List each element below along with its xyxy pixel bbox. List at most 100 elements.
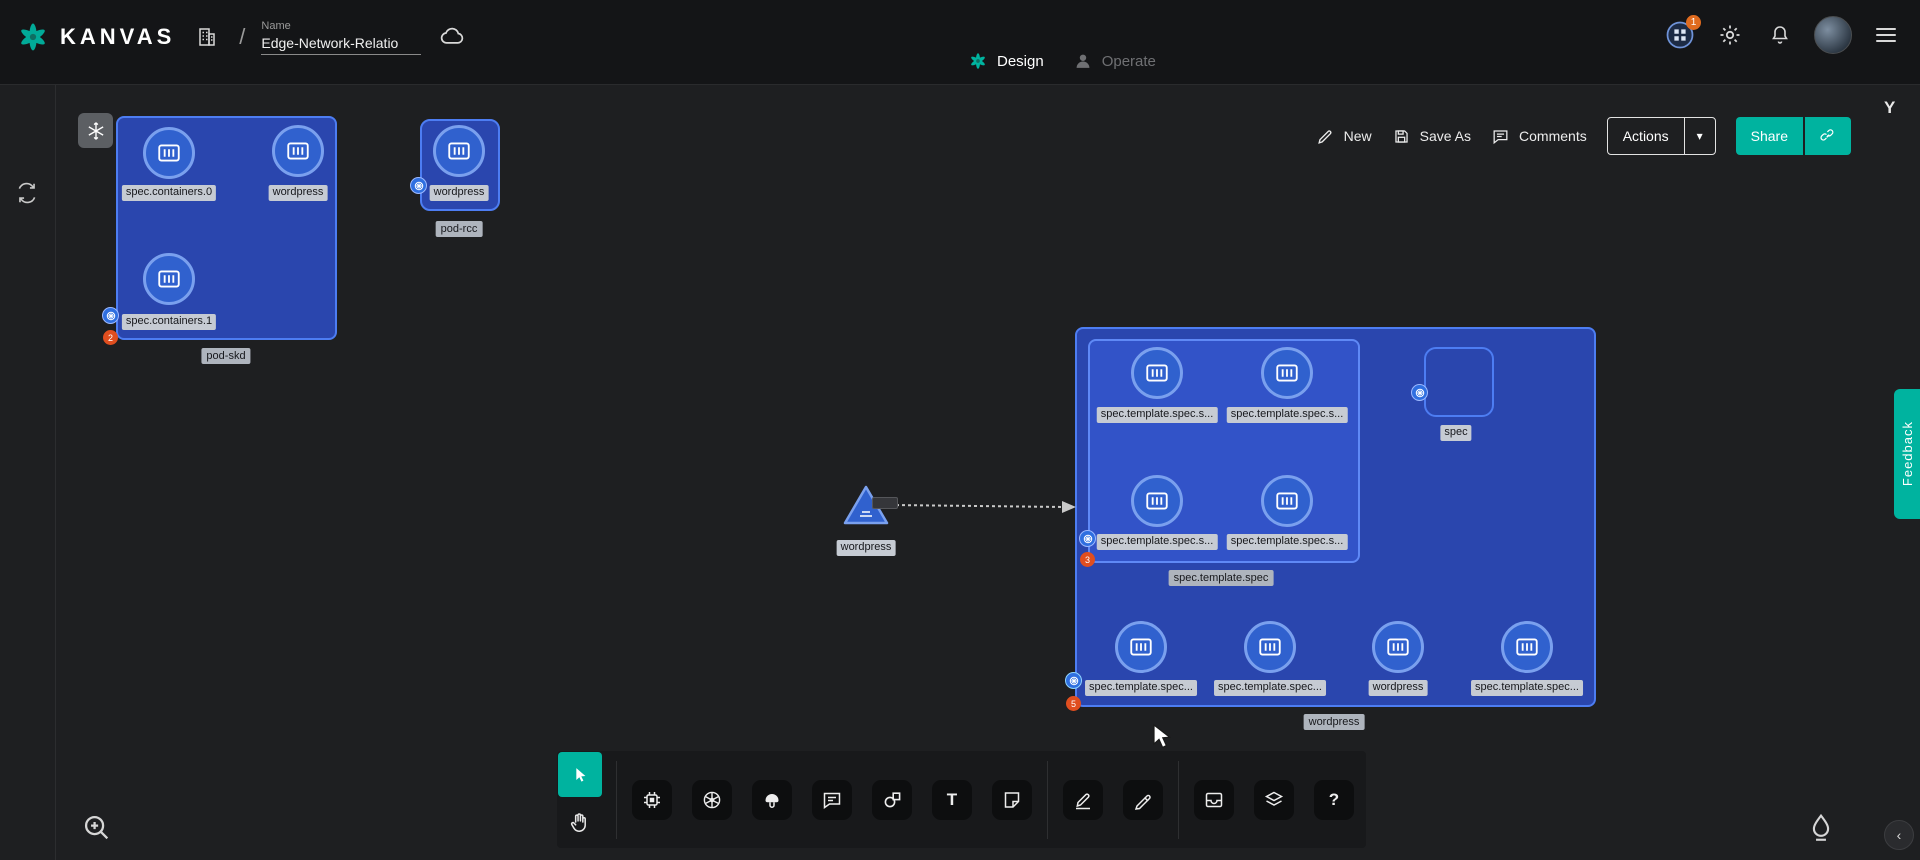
menu-hamburger-icon[interactable] <box>1870 19 1902 51</box>
user-avatar[interactable] <box>1814 16 1852 54</box>
k8s-badge-icon[interactable] <box>1411 384 1428 401</box>
tab-operate[interactable]: Operate <box>1072 50 1156 72</box>
collapse-panel-button[interactable]: ‹ <box>1884 820 1914 850</box>
help-tool[interactable]: ? <box>1314 780 1354 820</box>
cluster-flake-button[interactable] <box>78 113 113 148</box>
comment-tool[interactable] <box>812 780 852 820</box>
pen-icon <box>1131 788 1155 812</box>
cursor-icon <box>569 764 591 786</box>
spec-node[interactable] <box>1424 347 1494 417</box>
group-label: spec.template.spec <box>1169 570 1274 586</box>
container-node[interactable] <box>1501 621 1553 673</box>
save-as-label: Save As <box>1420 128 1471 144</box>
kanvas-logo[interactable]: KANVAS <box>16 20 175 54</box>
freehand-draw-tool[interactable] <box>1123 780 1163 820</box>
feedback-label: Feedback <box>1900 421 1915 486</box>
container-icon <box>156 266 182 292</box>
notifications-bell-icon[interactable] <box>1764 19 1796 51</box>
issue-count-badge[interactable]: 2 <box>103 330 118 345</box>
container-icon <box>1257 634 1283 660</box>
toolbar-divider <box>616 761 617 839</box>
canvas-toolbar: New Save As Comments Actions ▾ Share <box>1316 116 1851 156</box>
save-icon <box>1392 127 1411 146</box>
validate-drop-icon[interactable] <box>1804 810 1838 844</box>
k8s-badge-icon[interactable] <box>410 177 427 194</box>
actions-dropdown-button[interactable]: Actions ▾ <box>1607 117 1716 155</box>
container-icon <box>446 138 472 164</box>
container-node[interactable] <box>1244 621 1296 673</box>
shapes-blob-tool[interactable] <box>752 780 792 820</box>
note-tool[interactable] <box>992 780 1032 820</box>
copy-link-button[interactable] <box>1805 117 1851 155</box>
container-node[interactable] <box>1131 347 1183 399</box>
node-label: spec <box>1440 425 1471 441</box>
comments-label: Comments <box>1519 128 1587 144</box>
help-icon: ? <box>1329 790 1339 810</box>
history-sync-icon[interactable] <box>14 180 40 206</box>
issue-count-badge[interactable]: 3 <box>1080 552 1095 567</box>
design-name-block: Name Edge-Network-Relatio <box>261 20 421 55</box>
caret-down-icon[interactable]: ▾ <box>1684 118 1715 154</box>
toolbar-divider <box>1178 761 1179 839</box>
container-icon <box>285 138 311 164</box>
design-name-input[interactable]: Edge-Network-Relatio <box>261 34 421 55</box>
node-label: wordpress <box>837 540 896 556</box>
container-node[interactable] <box>433 125 485 177</box>
cloud-sync-icon[interactable] <box>437 21 469 53</box>
edge-label-chip <box>872 497 898 509</box>
container-node[interactable] <box>1372 621 1424 673</box>
design-tab-label: Design <box>997 53 1044 70</box>
new-button[interactable]: New <box>1316 127 1372 146</box>
save-as-button[interactable]: Save As <box>1392 127 1471 146</box>
container-icon <box>1274 488 1300 514</box>
link-icon <box>1818 126 1838 146</box>
container-icon <box>1274 360 1300 386</box>
container-node[interactable] <box>272 125 324 177</box>
node-label: spec.template.spec... <box>1085 680 1197 696</box>
container-node[interactable] <box>1261 347 1313 399</box>
operate-tab-label: Operate <box>1102 53 1156 70</box>
node-label: spec.template.spec... <box>1471 680 1583 696</box>
container-icon <box>156 140 182 166</box>
container-icon <box>1144 488 1170 514</box>
mode-tabs: Design Operate <box>967 50 1156 72</box>
node-label: wordpress <box>430 185 489 201</box>
settings-gear-icon[interactable] <box>1714 19 1746 51</box>
container-node[interactable] <box>1131 475 1183 527</box>
k8s-badge-icon[interactable] <box>102 307 119 324</box>
tab-design[interactable]: Design <box>967 50 1044 72</box>
text-tool[interactable]: T <box>932 780 972 820</box>
actions-label: Actions <box>1608 118 1684 154</box>
share-button[interactable]: Share <box>1736 117 1803 155</box>
hand-icon <box>567 809 593 835</box>
comment-bubble-icon <box>820 788 844 812</box>
panel-handle-icon[interactable]: Y <box>1884 98 1895 118</box>
node-label: spec.containers.0 <box>122 185 216 201</box>
comments-button[interactable]: Comments <box>1491 127 1587 146</box>
edge-connector[interactable] <box>884 493 1084 517</box>
kubernetes-tool[interactable] <box>692 780 732 820</box>
container-node[interactable] <box>1115 621 1167 673</box>
organization-icon[interactable] <box>191 21 223 53</box>
container-node[interactable] <box>143 253 195 305</box>
pan-hand-tool[interactable] <box>558 800 602 844</box>
extensions-icon[interactable]: 1 <box>1664 19 1696 51</box>
k8s-badge-icon[interactable] <box>1079 530 1096 547</box>
zoom-search-icon[interactable] <box>79 810 113 844</box>
select-cursor-tool[interactable] <box>558 752 602 797</box>
mouse-cursor <box>1150 723 1174 751</box>
layers-tool[interactable] <box>1254 780 1294 820</box>
issue-count-badge[interactable]: 5 <box>1066 696 1081 711</box>
spec-template-spec-group[interactable] <box>1088 339 1360 563</box>
node-label: spec.template.spec.s... <box>1227 534 1348 550</box>
shapes-tool[interactable] <box>872 780 912 820</box>
annotate-tool[interactable] <box>1063 780 1103 820</box>
toolbar-divider <box>1047 761 1048 839</box>
feedback-tab[interactable]: Feedback <box>1894 389 1920 519</box>
components-chip-tool[interactable] <box>632 780 672 820</box>
container-node[interactable] <box>1261 475 1313 527</box>
saved-designs-tool[interactable] <box>1194 780 1234 820</box>
design-tab-icon <box>967 50 989 72</box>
k8s-badge-icon[interactable] <box>1065 672 1082 689</box>
container-node[interactable] <box>143 127 195 179</box>
